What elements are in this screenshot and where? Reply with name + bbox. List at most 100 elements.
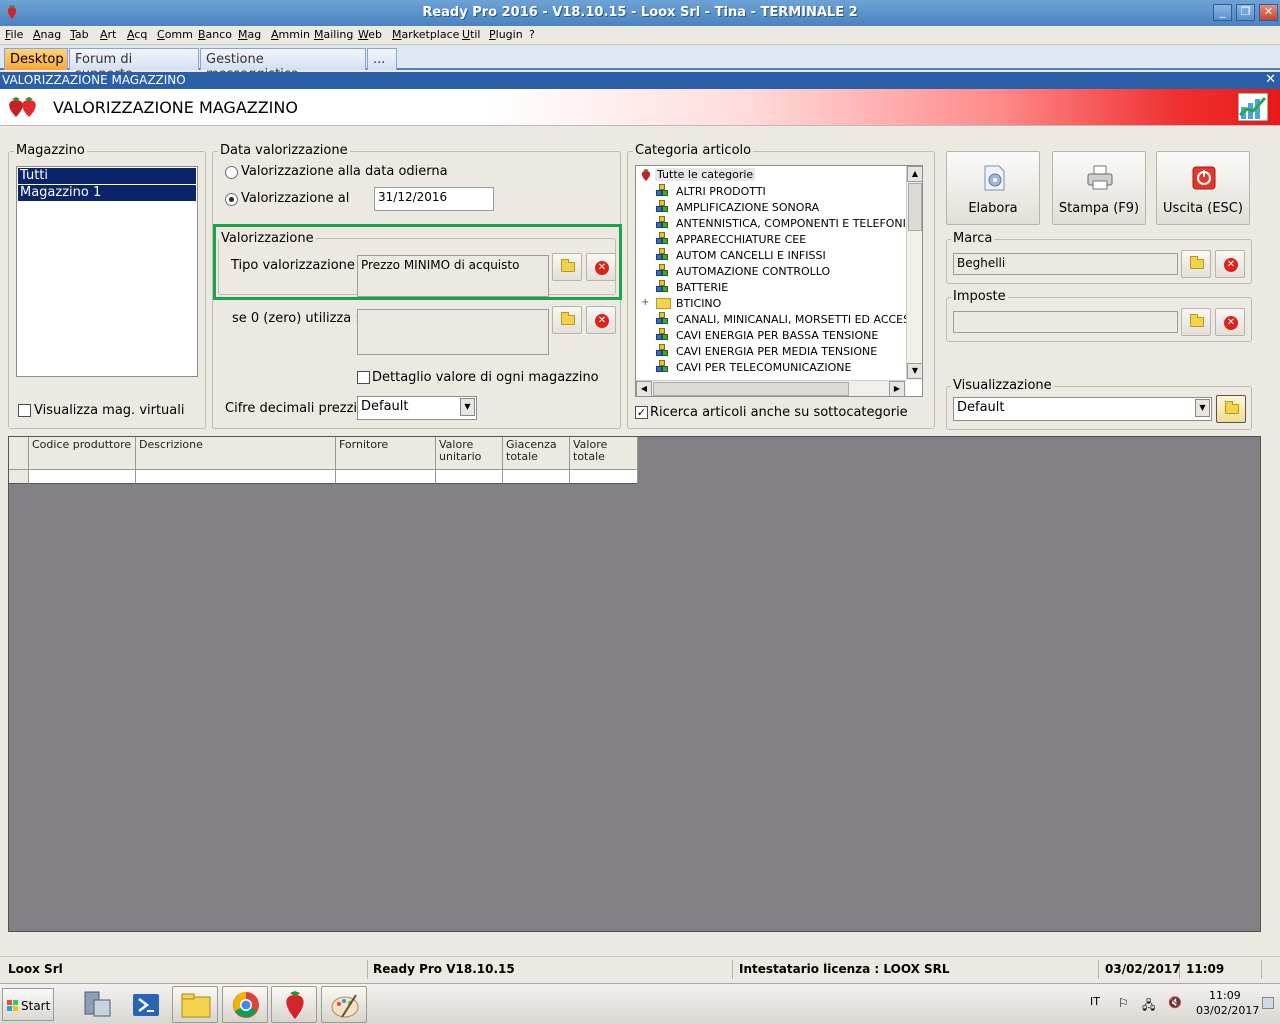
flag-icon[interactable]: ⚐ xyxy=(1118,996,1129,1010)
server-manager-icon[interactable] xyxy=(74,986,120,1023)
paint-icon[interactable] xyxy=(321,986,367,1023)
tree-item[interactable]: AMPLIFICAZIONE SONORA xyxy=(676,201,819,214)
cifre-select[interactable]: Default ▼ xyxy=(357,396,477,420)
grid-cell[interactable] xyxy=(136,470,336,484)
tree-item[interactable]: CANALI, MINICANALI, MORSETTI ED ACCESSOR… xyxy=(676,313,922,326)
imposte-field[interactable] xyxy=(953,311,1178,333)
tab-more[interactable]: ... xyxy=(367,48,397,70)
clock-date[interactable]: 03/02/2017 xyxy=(1196,1004,1259,1017)
imposte-clear-button[interactable]: ✕ xyxy=(1215,308,1245,336)
tree-item[interactable]: CAVI PER TELECOMUNICAZIONE xyxy=(676,361,851,374)
grid-cell[interactable] xyxy=(570,470,638,484)
date-field[interactable]: 31/12/2016 xyxy=(374,187,494,211)
column-header-giacenza-totale[interactable]: Giacenza totale xyxy=(503,437,570,470)
menu-web[interactable]: Web xyxy=(358,28,382,41)
grid-cell[interactable] xyxy=(29,470,136,484)
tipo-select-button[interactable] xyxy=(552,253,582,281)
virtual-checkbox[interactable] xyxy=(18,404,31,417)
column-header-valore-unitario[interactable]: Valore unitario xyxy=(436,437,503,470)
dettaglio-checkbox[interactable] xyxy=(357,371,370,384)
menu-tab[interactable]: Tab xyxy=(70,28,89,41)
grid-row-indicator[interactable] xyxy=(9,470,29,484)
form-close-icon[interactable]: ✕ xyxy=(1265,72,1276,87)
tab-forum[interactable]: Forum di supporto xyxy=(69,48,199,82)
restore-button[interactable]: ❐ xyxy=(1236,4,1255,21)
scroll-right-icon[interactable]: ▶ xyxy=(889,381,905,396)
scroll-thumb[interactable] xyxy=(908,183,922,231)
results-grid[interactable]: Codice produttore Descrizione Fornitore … xyxy=(8,436,1261,932)
grid-cell[interactable] xyxy=(436,470,503,484)
magazzino-list[interactable]: Tutti Magazzino 1 xyxy=(16,166,198,377)
column-header-fornitore[interactable]: Fornitore xyxy=(336,437,436,470)
zero-field[interactable] xyxy=(357,309,549,355)
elabora-button[interactable]: Elabora xyxy=(946,151,1040,225)
tab-desktop[interactable]: Desktop xyxy=(4,48,68,70)
menu-help[interactable]: ? xyxy=(529,28,535,41)
visualizzazione-select-button[interactable] xyxy=(1216,395,1246,423)
start-button[interactable]: Start xyxy=(2,988,54,1021)
marca-clear-button[interactable]: ✕ xyxy=(1215,250,1245,278)
tree-item[interactable]: ALTRI PRODOTTI xyxy=(676,185,766,198)
scroll-thumb[interactable] xyxy=(653,382,849,396)
minimize-button[interactable]: _ xyxy=(1213,4,1232,21)
tree-item[interactable]: CAVI ENERGIA PER BASSA TENSIONE xyxy=(676,329,878,342)
tree-item[interactable]: AUTOMAZIONE CONTROLLO xyxy=(676,265,830,278)
menu-art[interactable]: Art xyxy=(100,28,116,41)
tipo-clear-button[interactable]: ✕ xyxy=(586,253,616,281)
tree-horizontal-scrollbar[interactable]: ◀ ▶ xyxy=(636,380,906,396)
tree-root[interactable]: Tutte le categorie xyxy=(655,168,756,181)
categoria-tree[interactable]: Tutte le categorie ALTRI PRODOTTI AMPLIF… xyxy=(635,165,923,397)
network-icon[interactable]: 🖧 xyxy=(1142,996,1155,1017)
menu-ammin[interactable]: Ammin xyxy=(271,28,310,41)
tree-item[interactable]: AUTOM CANCELLI E INFISSI xyxy=(676,249,826,262)
menu-mailing[interactable]: Mailing xyxy=(314,28,353,41)
uscita-button[interactable]: Uscita (ESC) xyxy=(1156,151,1250,225)
volume-muted-icon[interactable]: 🔇 xyxy=(1168,996,1182,1009)
menu-marketplace[interactable]: Marketplace xyxy=(392,28,459,41)
clock-time[interactable]: 11:09 xyxy=(1209,989,1241,1002)
magazzino-item-1[interactable]: Magazzino 1 xyxy=(18,185,196,201)
tree-item[interactable]: APPARECCHIATURE CEE xyxy=(676,233,806,246)
chevron-down-icon[interactable]: ▼ xyxy=(460,398,475,416)
close-button[interactable]: ✕ xyxy=(1259,4,1278,21)
menu-banco[interactable]: Banco xyxy=(198,28,232,41)
menu-plugin[interactable]: Plugin xyxy=(489,28,523,41)
tree-item[interactable]: BTICINO xyxy=(676,297,721,310)
menu-anag[interactable]: Anag xyxy=(33,28,61,41)
magazzino-item-tutti[interactable]: Tutti xyxy=(18,168,196,184)
menu-mag[interactable]: Mag xyxy=(238,28,261,41)
marca-field[interactable]: Beghelli xyxy=(953,253,1178,275)
menu-comm[interactable]: Comm xyxy=(157,28,193,41)
imposte-select-button[interactable] xyxy=(1181,308,1211,336)
tab-messaggistica[interactable]: Gestione messaggistica xyxy=(200,48,366,82)
grid-cell[interactable] xyxy=(503,470,570,484)
tipo-valorizzazione-field[interactable]: Prezzo MINIMO di acquisto xyxy=(357,255,549,297)
tree-vertical-scrollbar[interactable]: ▲ ▼ xyxy=(906,166,922,380)
scroll-down-icon[interactable]: ▼ xyxy=(907,363,922,379)
menu-acq[interactable]: Acq xyxy=(127,28,147,41)
tree-item[interactable]: CAVI ENERGIA PER MEDIA TENSIONE xyxy=(676,345,877,358)
show-desktop-icon[interactable] xyxy=(1262,997,1274,1009)
menu-util[interactable]: Util xyxy=(462,28,481,41)
file-explorer-icon[interactable] xyxy=(172,986,218,1023)
radio-today[interactable] xyxy=(225,166,238,179)
column-header-descrizione[interactable]: Descrizione xyxy=(136,437,336,470)
visualizzazione-select[interactable]: Default ▼ xyxy=(953,397,1212,421)
radio-at-date[interactable] xyxy=(225,193,238,206)
language-indicator[interactable]: IT xyxy=(1090,995,1100,1008)
tree-item[interactable]: ANTENNISTICA, COMPONENTI E TELEFONIA xyxy=(676,217,913,230)
stampa-button[interactable]: Stampa (F9) xyxy=(1052,151,1146,225)
subcat-checkbox[interactable]: ✓ xyxy=(635,406,648,419)
scroll-left-icon[interactable]: ◀ xyxy=(636,381,652,396)
scroll-up-icon[interactable]: ▲ xyxy=(907,166,922,182)
column-header-codice[interactable]: Codice produttore xyxy=(29,437,136,470)
tree-item[interactable]: BATTERIE xyxy=(676,281,728,294)
powershell-icon[interactable] xyxy=(123,986,169,1023)
zero-clear-button[interactable]: ✕ xyxy=(586,306,616,334)
column-header-valore-totale[interactable]: Valore totale xyxy=(570,437,638,470)
marca-select-button[interactable] xyxy=(1181,250,1211,278)
grid-cell[interactable] xyxy=(336,470,436,484)
ready-pro-icon[interactable] xyxy=(271,986,317,1023)
expand-icon[interactable]: + xyxy=(641,297,649,308)
chevron-down-icon[interactable]: ▼ xyxy=(1195,399,1210,417)
